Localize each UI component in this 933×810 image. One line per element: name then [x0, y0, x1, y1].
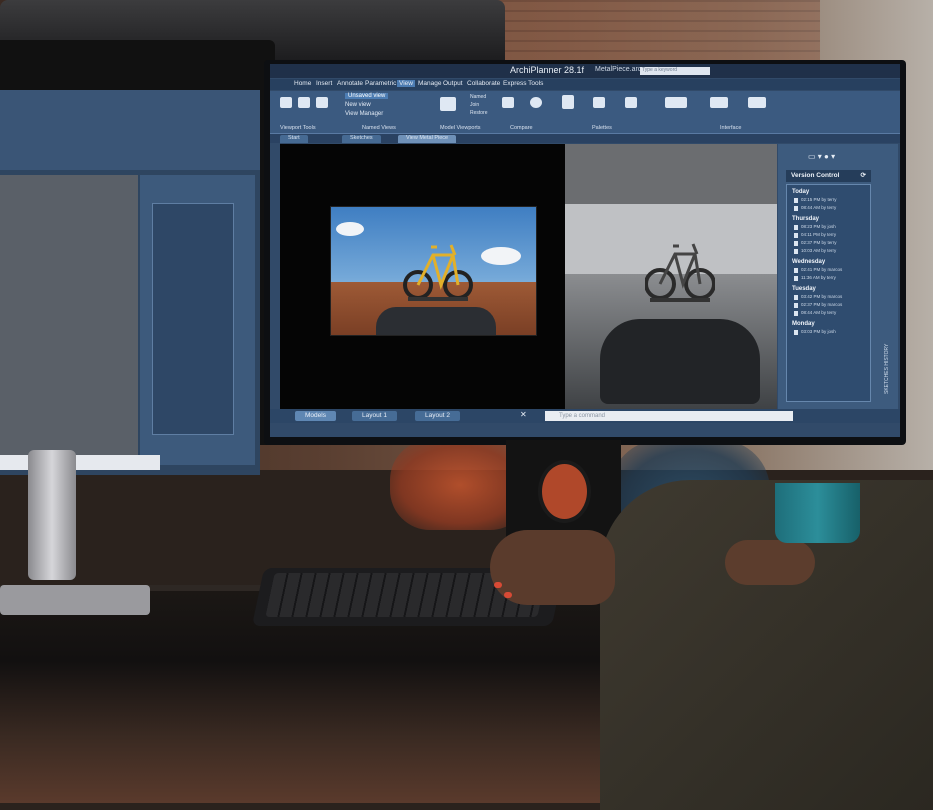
tool-palettes-icon[interactable] [562, 95, 574, 109]
viewport-render[interactable] [565, 144, 777, 409]
file-tabs-icon[interactable] [710, 97, 728, 108]
group-named-views: Named Views [362, 125, 396, 131]
left-monitor-base [0, 585, 150, 615]
viewport-tool-icon[interactable] [280, 97, 292, 108]
panel-toolbar-icons[interactable]: ▭ ▾ ● ▾ [808, 152, 835, 161]
render-car [600, 319, 760, 404]
version-list: Today 02:15 PM by terry 08:44 AM by terr… [786, 184, 871, 402]
sketches-history-label[interactable]: SKETCHES HISTORY [884, 344, 890, 394]
list-item[interactable]: 02:37 PM by marcos [794, 302, 870, 309]
fingernail [494, 582, 502, 588]
day-heading: Monday [792, 321, 815, 327]
tab-models[interactable]: Models [295, 411, 336, 421]
new-view-item[interactable]: New view [345, 102, 371, 108]
day-heading: Thursday [792, 216, 820, 222]
group-palettes: Palettes [592, 125, 612, 131]
menu-view[interactable]: View [397, 80, 415, 87]
list-item[interactable]: 04:11 PM by terry [794, 232, 870, 239]
left-canvas [0, 175, 138, 455]
join-button[interactable]: Join [470, 102, 479, 108]
group-interface: Interface [720, 125, 742, 131]
document-name: MetalPiece.arc [595, 66, 642, 73]
version-control-title-text: Version Control [791, 172, 840, 179]
menu-manage[interactable]: Manage [418, 80, 442, 87]
day-heading: Today [792, 189, 810, 195]
properties-icon[interactable] [593, 97, 605, 108]
menu-annotate[interactable]: Annotate [337, 80, 363, 87]
right-view-icon[interactable] [316, 97, 328, 108]
viewport-config-icon[interactable] [440, 97, 456, 111]
compare-icon[interactable] [502, 97, 514, 108]
menu-bar: Home Insert Annotate Parametric View Man… [270, 79, 900, 90]
list-item[interactable]: 11:36 AM by terry [794, 275, 870, 282]
list-item[interactable]: 02:15 PM by terry [794, 197, 870, 204]
tab-view-metal-piece[interactable]: View Metal Piece [398, 135, 457, 143]
day-heading: Wednesday [792, 259, 826, 265]
tab-layout-1[interactable]: Layout 1 [352, 411, 397, 421]
group-compare: Compare [510, 125, 533, 131]
list-item[interactable]: 08:23 PM by josh [794, 224, 870, 231]
left-monitor [0, 40, 275, 475]
left-hand [490, 530, 615, 605]
top-view-icon[interactable] [298, 97, 310, 108]
view-manager-item[interactable]: View Manager [345, 111, 383, 117]
clock-icon[interactable] [530, 97, 542, 108]
left-ribbon [0, 90, 260, 170]
restore-button[interactable]: Restore [470, 110, 488, 116]
layout-tabs-icon[interactable] [748, 97, 766, 108]
group-model-viewports: Model Viewports [440, 125, 481, 131]
menu-home[interactable]: Home [294, 80, 311, 87]
list-item[interactable]: 10:03 AM by terry [794, 248, 870, 255]
menu-collaborate[interactable]: Collaborate [467, 80, 500, 87]
close-icon[interactable]: ✕ [520, 410, 527, 419]
blocks-icon[interactable] [625, 97, 637, 108]
fingernail [504, 592, 512, 598]
bicycle-icon [403, 244, 473, 301]
tab-start[interactable]: Start [280, 135, 308, 143]
version-control-panel: ▭ ▾ ● ▾ Version Control ⟳ Today 02:15 PM… [778, 144, 898, 409]
list-item[interactable]: 02:37 PM by terry [794, 240, 870, 247]
person-sleeve [600, 480, 933, 810]
named-button[interactable]: Named [470, 94, 486, 100]
title-bar: ArchiPlanner 28.1f MetalPiece.arc Type a… [270, 64, 900, 78]
app-title: ArchiPlanner 28.1f [510, 65, 585, 75]
reference-photo [330, 206, 537, 336]
list-item[interactable]: 08:44 AM by terry [794, 205, 870, 212]
command-input[interactable]: Type a command [545, 411, 793, 421]
main-monitor-screen: ArchiPlanner 28.1f MetalPiece.arc Type a… [270, 64, 900, 437]
list-item[interactable]: 03:42 PM by marcos [794, 294, 870, 301]
menu-parametric[interactable]: Parametric [365, 80, 396, 87]
menu-express-tools[interactable]: Express Tools [503, 80, 543, 87]
stand-cable-hole [538, 460, 591, 523]
group-viewport-tools: Viewport Tools [280, 125, 316, 131]
left-monitor-stand [28, 450, 76, 580]
ribbon: Unsaved view New view View Manager Named… [270, 91, 900, 134]
list-item[interactable]: 08:44 AM by terry [794, 310, 870, 317]
right-hand [725, 540, 815, 585]
keyword-search-input[interactable]: Type a keyword [640, 67, 710, 75]
tab-sketches[interactable]: Sketches [342, 135, 381, 143]
menu-insert[interactable]: Insert [316, 80, 332, 87]
viewport-photo[interactable] [280, 144, 565, 409]
left-monitor-screen [0, 90, 260, 475]
photo-car-roof [376, 307, 496, 335]
tab-layout-2[interactable]: Layout 2 [415, 411, 460, 421]
switch-windows-icon[interactable] [665, 97, 687, 108]
refresh-icon[interactable]: ⟳ [861, 170, 866, 182]
bicycle-icon [645, 243, 715, 302]
unsaved-view-dropdown[interactable]: Unsaved view [345, 93, 389, 99]
cloud [481, 247, 521, 265]
document-tabs: Start Sketches View Metal Piece [270, 134, 900, 143]
left-command-line [0, 455, 160, 470]
left-version-list [152, 203, 234, 435]
version-control-title: Version Control ⟳ [786, 170, 871, 182]
list-item[interactable]: 03:03 PM by josh [794, 329, 870, 336]
menu-output[interactable]: Output [443, 80, 463, 87]
day-heading: Tuesday [792, 286, 816, 292]
cloud [336, 222, 364, 236]
list-item[interactable]: 02:41 PM by marcos [794, 267, 870, 274]
left-version-panel [140, 175, 255, 465]
status-bar: Models Layout 1 Layout 2 ✕ Type a comman… [270, 409, 900, 423]
teal-mug [775, 483, 860, 543]
